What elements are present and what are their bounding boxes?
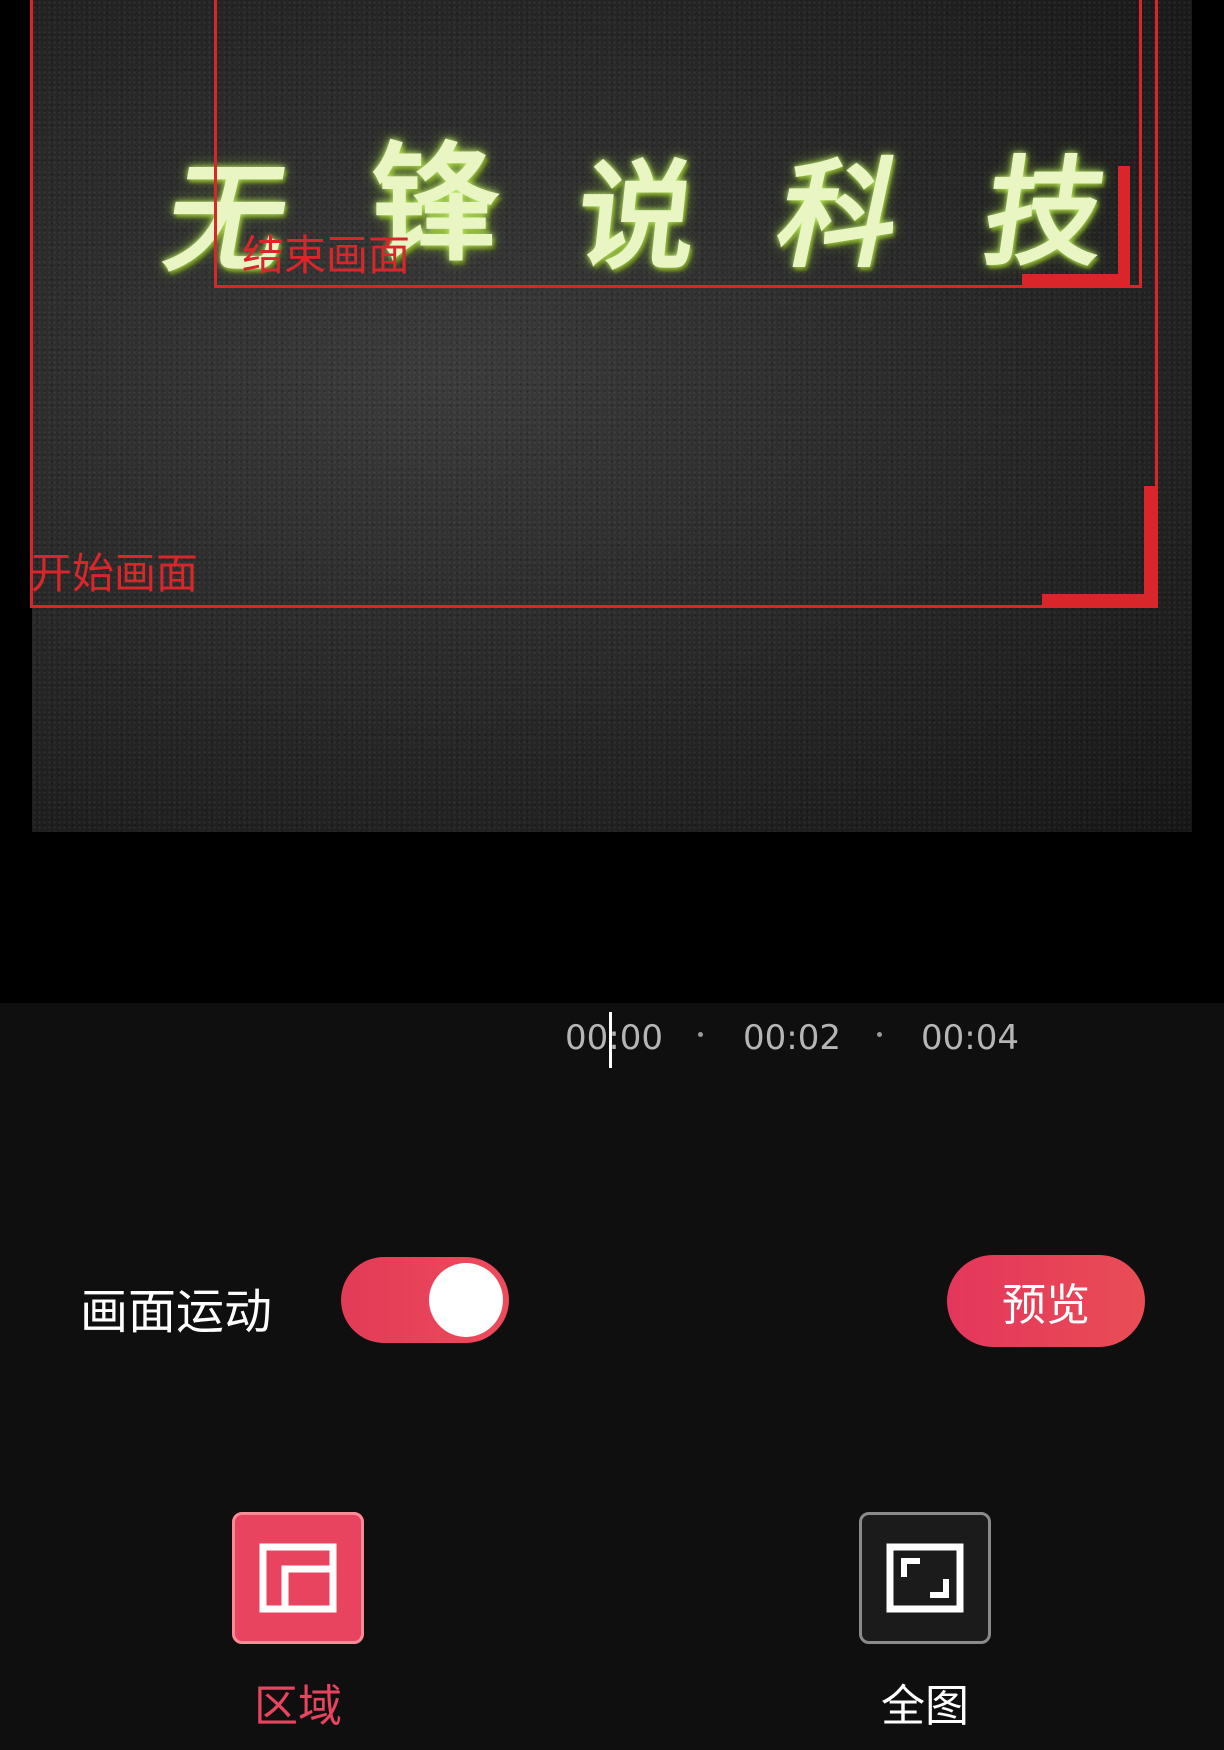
playhead[interactable] (609, 1012, 612, 1068)
full-mode-label: 全图 (881, 1681, 969, 1732)
toggle-knob (429, 1263, 503, 1337)
region-icon (259, 1543, 337, 1613)
start-frame-box[interactable] (30, 0, 1158, 608)
start-frame-resize-handle-bottom[interactable] (1042, 594, 1156, 606)
start-frame-label: 开始画面 (30, 549, 199, 598)
time-label: 00:00 (565, 1018, 663, 1058)
tick-dot (698, 1032, 703, 1037)
region-mode-tile[interactable] (232, 1512, 364, 1644)
time-label: 00:02 (743, 1018, 841, 1058)
mode-region[interactable]: 区域 (228, 1512, 368, 1734)
region-mode-label: 区域 (254, 1681, 342, 1732)
start-frame-resize-handle[interactable] (1144, 486, 1156, 606)
full-mode-tile[interactable] (859, 1512, 991, 1644)
time-label: 00:04 (921, 1018, 1019, 1058)
motion-toggle[interactable] (341, 1257, 509, 1343)
mode-full-image[interactable]: 全图 (855, 1512, 995, 1734)
preview-area: 无 锋 说 科 技 结束画面 开始画面 (0, 0, 1224, 1003)
tick-dot (877, 1032, 882, 1037)
motion-label: 画面运动 (80, 1284, 273, 1340)
fullscreen-icon (886, 1543, 964, 1613)
preview-button[interactable]: 预览 (947, 1255, 1145, 1347)
timeline-ruler[interactable]: 00:00 00:02 00:04 (0, 1012, 1224, 1072)
control-panel (0, 1003, 1224, 1750)
